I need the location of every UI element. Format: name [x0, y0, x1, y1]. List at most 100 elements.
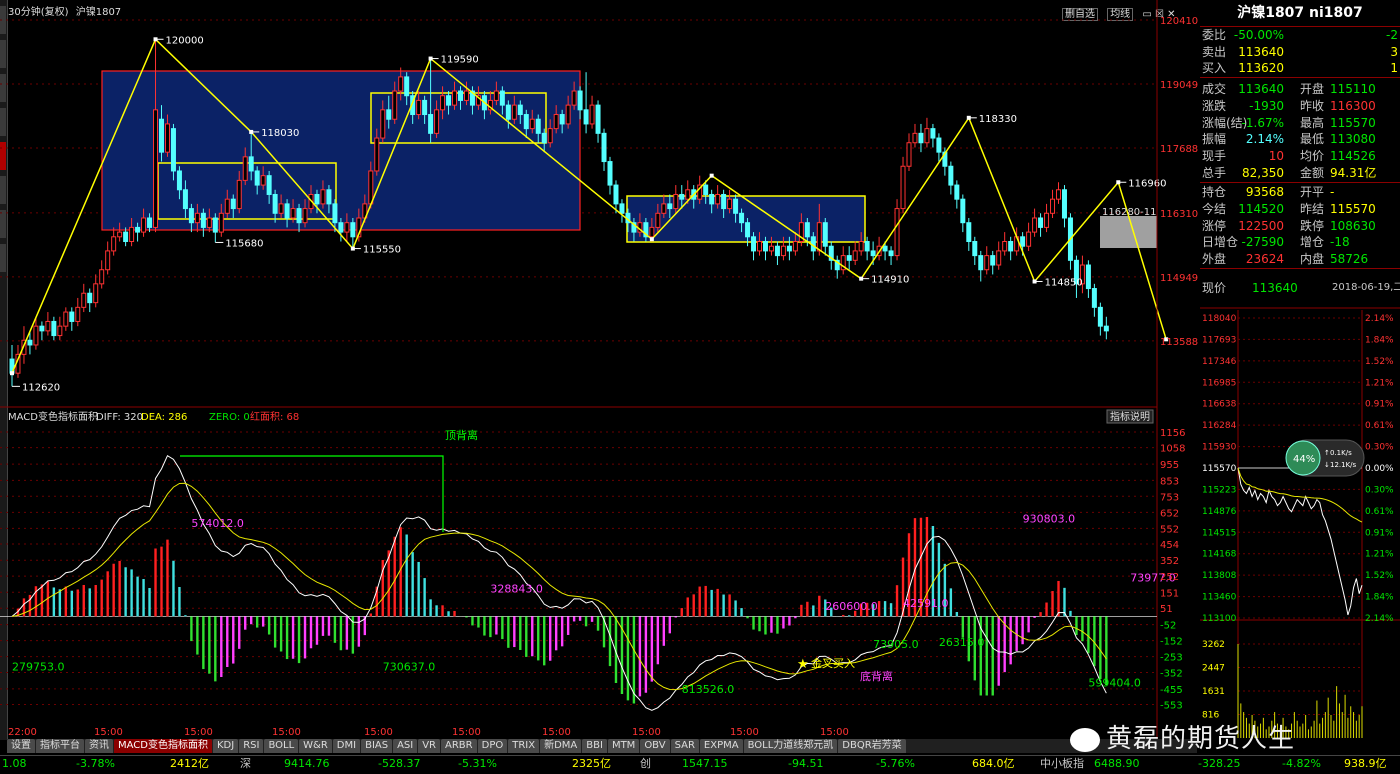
quote-title: 沪镍1807 ni1807: [1200, 0, 1400, 27]
indicator-tab-0[interactable]: 设置: [7, 739, 35, 753]
candle-body: [296, 208, 302, 224]
candle-body: [655, 212, 661, 228]
candle-body: [493, 90, 499, 101]
quote-value: 122500: [1238, 218, 1284, 233]
candle-body: [278, 203, 284, 214]
intraday-axis-labels: 118040 2.14% 117693 1.84% 117346 1.52% 116985 1…: [1202, 314, 1394, 720]
quote-label: 买入: [1202, 61, 1227, 76]
quote-label-2: 昨结: [1300, 202, 1325, 216]
indicator-tab-11[interactable]: VR: [418, 739, 441, 753]
indicator-tab-21[interactable]: BOLL力道线郑元凯: [743, 739, 838, 753]
indicator-tab-17[interactable]: MTM: [607, 739, 640, 753]
quote-value-2: 115110: [1330, 82, 1376, 97]
indicator-tab-13[interactable]: DPO: [477, 739, 508, 753]
indicator-tab-7[interactable]: W&R: [299, 739, 332, 753]
intraday-price-label-1: 117693: [1202, 335, 1236, 345]
speed-gauge[interactable]: 44% ↑ 0.1K/s ↓ 12.1K/s: [1285, 439, 1365, 477]
macd-axis-label-14: -253: [1160, 653, 1183, 664]
candle-body: [924, 128, 930, 144]
indicator-tab-19[interactable]: SAR: [670, 739, 699, 753]
candle-body: [1002, 241, 1008, 252]
candle-body: [685, 189, 691, 200]
indicator-tab-22[interactable]: DBQR岩芳菜: [838, 739, 906, 753]
candle-body: [751, 236, 757, 252]
price-annotation-0: 112620: [22, 382, 60, 393]
indicator-tab-6[interactable]: BOLL: [264, 739, 299, 753]
quote-value: -1930: [1249, 98, 1284, 113]
intraday-chart[interactable]: 118040 2.14% 117693 1.84% 117346 1.52% 116985 1…: [1200, 306, 1400, 740]
candle-body: [1026, 231, 1032, 247]
macd-axis-label-17: -553: [1160, 701, 1183, 712]
time-label-0: 22:00: [8, 727, 37, 738]
time-label-8: 15:00: [730, 727, 759, 738]
candle-body: [762, 241, 768, 252]
candle-body: [434, 109, 440, 134]
candle-body: [404, 76, 410, 97]
quote-value: -1.67%: [1241, 115, 1284, 130]
indicator-tab-10[interactable]: ASI: [393, 739, 418, 753]
macd-red-area: 红面积: 68: [250, 410, 299, 423]
quote-row: 买入 113620 1: [1200, 60, 1400, 76]
candle-body: [284, 203, 290, 219]
indicator-tab-8[interactable]: DMI: [332, 739, 361, 753]
intraday-price-label-10: 114515: [1202, 528, 1236, 538]
candle-body: [601, 132, 607, 163]
macd-diff: DIFF: 320: [96, 412, 143, 423]
quote-label-2: 内盘: [1300, 252, 1325, 267]
indicator-tab-2[interactable]: 资讯: [85, 739, 113, 753]
quote-label-2: 开盘: [1300, 82, 1325, 97]
intraday-pct-label-1: 1.84%: [1365, 335, 1394, 345]
candle-body: [786, 245, 792, 252]
quote-label-2: 跌停: [1300, 218, 1325, 233]
candle-body: [159, 118, 164, 153]
intraday-pct-label-5: 0.61%: [1365, 421, 1394, 431]
candle-body: [57, 325, 63, 337]
indicator-tab-3[interactable]: MACD变色指标面积: [114, 739, 212, 753]
chart-area[interactable]: 112620 120000 118030 115680 115550 119590 1149…: [0, 0, 1200, 740]
candle-body: [757, 241, 762, 252]
indicator-tab-14[interactable]: TRIX: [508, 739, 540, 753]
macd-axis-label-2: 955: [1160, 460, 1179, 471]
intraday-pct-label-3: 1.21%: [1365, 378, 1394, 388]
intraday-pct-label-2: 1.52%: [1365, 357, 1394, 367]
candle-body: [458, 90, 463, 101]
candle-body: [894, 208, 900, 257]
intraday-price-label-5: 116284: [1202, 421, 1237, 431]
candle-body: [260, 175, 266, 186]
quote-value-2: 115570: [1330, 202, 1376, 216]
macd-zero: ZERO: 0: [209, 412, 250, 423]
macd-area-label-3: 328843.0: [490, 582, 543, 595]
intraday-price-line: [1237, 467, 1363, 616]
candle-body: [164, 123, 170, 153]
candle-body: [948, 165, 954, 186]
candle-body: [984, 255, 990, 271]
candle-body: [745, 222, 751, 238]
candle-body: [81, 292, 87, 308]
indicator-tab-4[interactable]: KDJ: [212, 739, 239, 753]
quote-value-2: 114526: [1330, 148, 1376, 163]
price-axis-label-5: 113588: [1160, 337, 1198, 348]
indicator-tab-18[interactable]: OBV: [640, 739, 670, 753]
indicator-tab-9[interactable]: BIAS: [361, 739, 393, 753]
candle-body: [398, 76, 404, 92]
candle-body: [882, 245, 888, 252]
indicator-tab-15[interactable]: 新DMA: [540, 739, 582, 753]
indicator-tab-12[interactable]: ARBR: [441, 739, 477, 753]
indicator-help-label[interactable]: 指标说明: [1110, 410, 1150, 423]
status-item-15: -328.25: [1198, 757, 1241, 770]
indicator-tab-1[interactable]: 指标平台: [36, 739, 84, 753]
status-item-2: 2412亿: [170, 757, 209, 770]
indicator-tab-5[interactable]: RSI: [239, 739, 264, 753]
candle-body: [290, 208, 296, 219]
candle-body: [194, 212, 200, 224]
price-axis-label-3: 116310: [1160, 209, 1198, 220]
candle-body: [583, 109, 589, 125]
indicator-tab-16[interactable]: BBI: [582, 739, 607, 753]
candle-body: [33, 325, 39, 346]
status-bar: 1.08 -3.78% 2412亿 深 9414.76 -528.37 -5.31% 2325…: [0, 755, 1400, 774]
indicator-tab-20[interactable]: EXPMA: [699, 739, 743, 753]
candle-body: [966, 222, 972, 243]
indicator-tabs: 设置 指标平台 资讯 MACD变色指标面积 KDJ RSI BOLL W&R DMI BIAS AS…: [7, 739, 1197, 753]
status-item-1: -3.78%: [76, 757, 115, 770]
price-axis-label-2: 117688: [1160, 144, 1198, 155]
